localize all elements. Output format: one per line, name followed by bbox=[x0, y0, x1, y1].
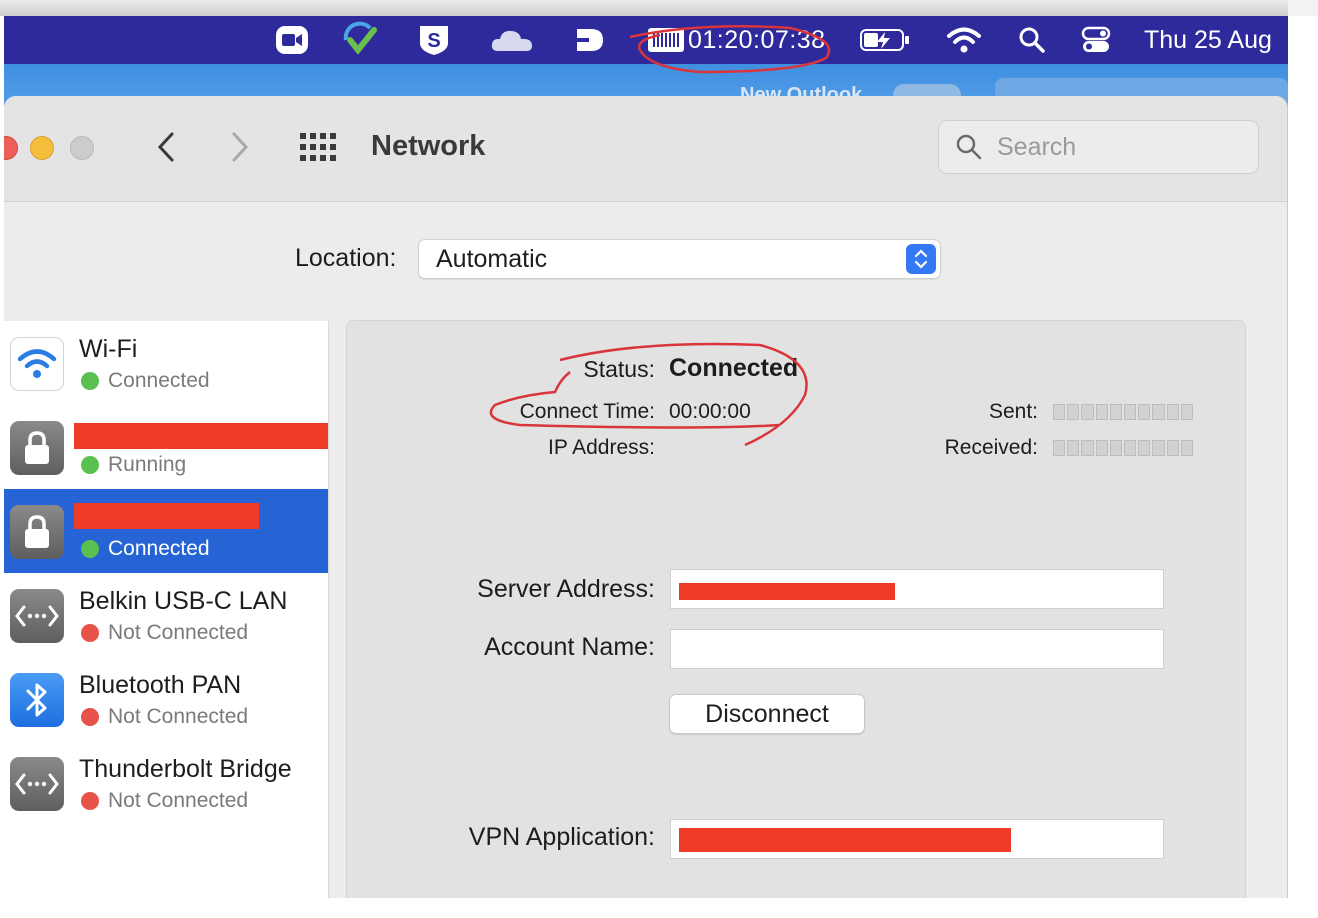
service-item-thunderbolt-bridge[interactable]: Thunderbolt Bridge Not Connected bbox=[4, 741, 328, 825]
window-title: Network bbox=[371, 130, 486, 162]
service-status: Connected bbox=[108, 537, 210, 560]
ip-address-label: IP Address: bbox=[547, 436, 655, 459]
disconnect-button[interactable]: Disconnect bbox=[669, 694, 865, 734]
service-item-wifi[interactable]: Wi-Fi Connected bbox=[4, 321, 328, 405]
shield-s-icon[interactable]: S bbox=[414, 16, 454, 64]
background-window-edge bbox=[1288, 16, 1318, 918]
status-dot-red bbox=[81, 792, 99, 810]
account-name-field[interactable] bbox=[670, 629, 1164, 669]
zoom-icon[interactable] bbox=[272, 16, 312, 64]
menubar-clock[interactable]: Thu 25 Aug bbox=[1144, 16, 1288, 64]
sent-label: Sent: bbox=[988, 400, 1038, 423]
location-value: Automatic bbox=[436, 245, 548, 273]
onedrive-icon[interactable] bbox=[488, 16, 536, 64]
service-name: Bluetooth PAN bbox=[79, 671, 242, 699]
status-dot-red bbox=[81, 708, 99, 726]
status-dot-green bbox=[81, 456, 99, 474]
show-all-button[interactable] bbox=[300, 129, 336, 165]
service-name: Thunderbolt Bridge bbox=[79, 755, 292, 783]
service-name: Belkin USB-C LAN bbox=[79, 587, 288, 615]
ethernet-icon bbox=[10, 589, 64, 643]
sent-meter bbox=[1053, 404, 1194, 420]
wifi-icon bbox=[10, 337, 64, 391]
window-toolbar: Network bbox=[4, 96, 1287, 202]
connect-time-label: Connect Time: bbox=[519, 400, 655, 423]
screen-top-strip bbox=[0, 0, 1318, 16]
chevron-left-icon bbox=[157, 132, 174, 162]
location-label: Location: bbox=[295, 244, 397, 272]
service-item-vpn-2[interactable]: Connected bbox=[4, 489, 328, 573]
account-name-input[interactable] bbox=[671, 630, 1163, 668]
redacted-vpn-application bbox=[679, 828, 1011, 852]
service-item-bluetooth-pan[interactable]: Bluetooth PAN Not Connected bbox=[4, 657, 328, 741]
location-popup[interactable]: Automatic bbox=[418, 239, 941, 279]
redacted-server-address bbox=[679, 583, 895, 600]
ethernet-icon bbox=[10, 757, 64, 811]
network-preferences-window: Network Location: Automatic Wi-Fi Connec… bbox=[4, 96, 1288, 898]
spotlight-icon[interactable] bbox=[1014, 16, 1050, 64]
network-service-list: Wi-Fi Connected Running Connected Belkin… bbox=[4, 321, 329, 898]
redacted-service-name bbox=[74, 503, 259, 529]
received-label: Received: bbox=[944, 436, 1038, 459]
timer-icon[interactable] bbox=[646, 16, 686, 64]
status-dot-red bbox=[81, 624, 99, 642]
check-cloud-icon[interactable] bbox=[338, 16, 382, 64]
server-address-label: Server Address: bbox=[477, 575, 655, 603]
server-address-field[interactable] bbox=[670, 569, 1164, 609]
battery-charging-icon[interactable] bbox=[858, 16, 912, 64]
wifi-icon[interactable] bbox=[944, 16, 984, 64]
menu-bar: S 01:20:07:38 Thu 25 Aug bbox=[4, 16, 1288, 64]
zoom-window-button[interactable] bbox=[70, 136, 94, 160]
service-status: Not Connected bbox=[108, 789, 249, 812]
timer-text: 01:20:07:38 bbox=[688, 25, 826, 54]
status-dot-green bbox=[81, 540, 99, 558]
service-status: Not Connected bbox=[108, 621, 249, 644]
service-item-vpn-1[interactable]: Running bbox=[4, 405, 328, 489]
grid-icon bbox=[300, 133, 336, 161]
redacted-service-name bbox=[74, 423, 328, 449]
service-name: Wi-Fi bbox=[79, 335, 138, 363]
search-icon bbox=[955, 133, 995, 161]
search-field[interactable] bbox=[938, 120, 1259, 174]
chevron-right-icon bbox=[232, 132, 249, 162]
service-status: Running bbox=[108, 453, 187, 476]
lock-icon bbox=[10, 421, 64, 475]
d-app-icon[interactable] bbox=[572, 16, 608, 64]
account-name-label: Account Name: bbox=[484, 633, 655, 661]
vpn-application-field[interactable] bbox=[670, 819, 1164, 859]
status-label: Status: bbox=[583, 356, 655, 382]
back-button[interactable] bbox=[148, 129, 184, 165]
timer-readout[interactable]: 01:20:07:38 bbox=[688, 16, 828, 64]
service-status: Not Connected bbox=[108, 705, 249, 728]
status-value: Connected bbox=[669, 354, 799, 382]
service-status: Connected bbox=[108, 369, 210, 392]
svg-text:S: S bbox=[427, 30, 440, 52]
minimize-window-button[interactable] bbox=[30, 136, 54, 160]
popup-stepper-icon bbox=[906, 244, 936, 274]
control-center-icon[interactable] bbox=[1078, 16, 1114, 64]
connect-time-value: 00:00:00 bbox=[669, 400, 751, 423]
forward-button[interactable] bbox=[222, 129, 258, 165]
vpn-details-panel: Status: Connected Connect Time: 00:00:00… bbox=[346, 320, 1246, 898]
service-item-belkin-usb-c-lan[interactable]: Belkin USB-C LAN Not Connected bbox=[4, 573, 328, 657]
status-dot-green bbox=[81, 372, 99, 390]
date-text: Thu 25 Aug bbox=[1144, 25, 1272, 54]
vpn-application-label: VPN Application: bbox=[468, 823, 655, 851]
received-meter bbox=[1053, 440, 1194, 456]
bluetooth-icon bbox=[10, 673, 64, 727]
search-input[interactable] bbox=[995, 131, 1239, 163]
lock-icon bbox=[10, 505, 64, 559]
close-window-button[interactable] bbox=[4, 136, 18, 160]
